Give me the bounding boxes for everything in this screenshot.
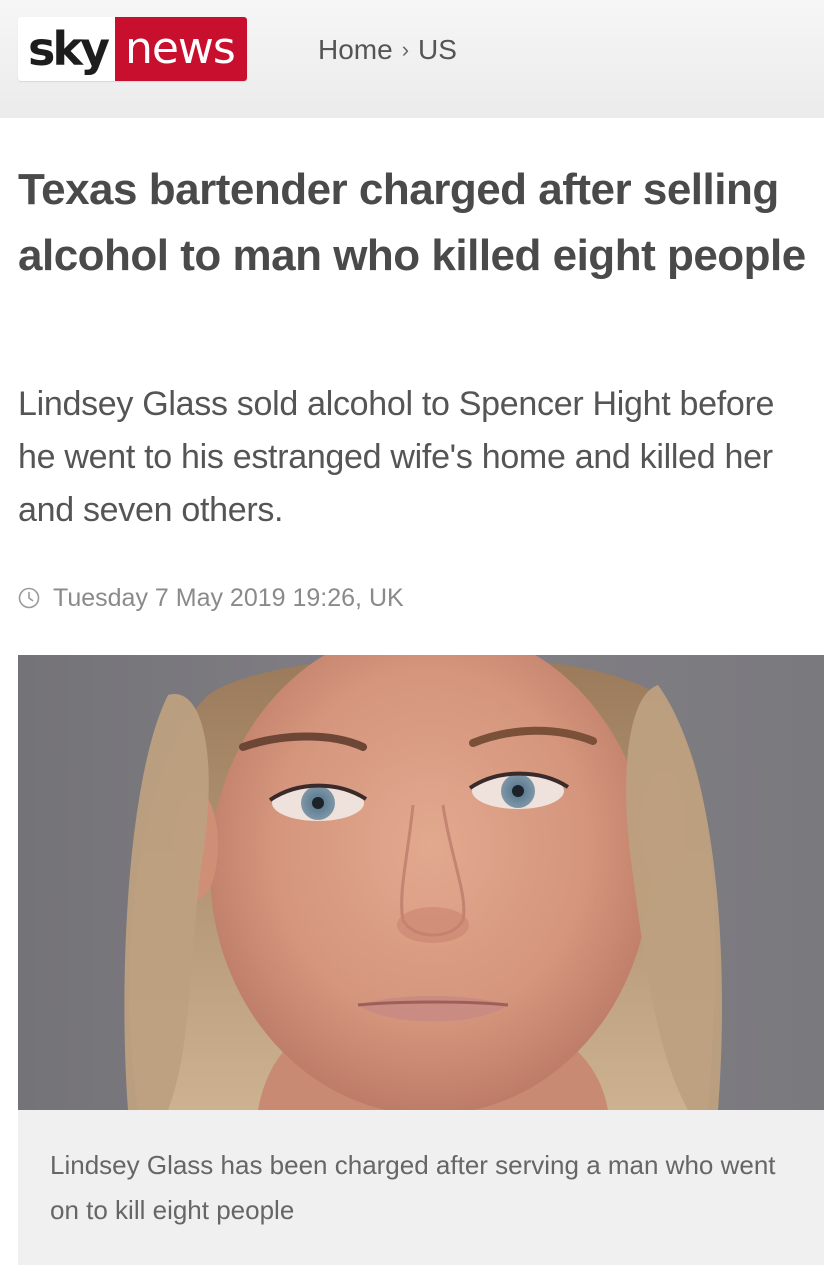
article-timestamp: Tuesday 7 May 2019 19:26, UK <box>18 578 404 618</box>
article-photo[interactable] <box>18 655 824 1110</box>
breadcrumb-home-link[interactable]: Home <box>318 34 393 66</box>
image-caption-box: Lindsey Glass has been charged after ser… <box>18 1110 824 1265</box>
sky-news-logo[interactable]: sky news <box>18 17 247 81</box>
breadcrumb-us-link[interactable]: US <box>418 34 457 66</box>
breadcrumb-separator: › <box>401 37 410 62</box>
site-header: sky news Home › US <box>0 0 824 118</box>
article-headline: Texas bartender charged after selling al… <box>18 165 806 280</box>
breadcrumb: Home › US <box>318 30 457 70</box>
logo-news-text: news <box>114 17 247 81</box>
timestamp-text: Tuesday 7 May 2019 19:26, UK <box>53 583 404 612</box>
logo-sky-text: sky <box>18 17 115 81</box>
image-caption: Lindsey Glass has been charged after ser… <box>50 1150 776 1225</box>
article-standfirst: Lindsey Glass sold alcohol to Spencer Hi… <box>18 385 775 529</box>
clock-icon <box>18 587 40 609</box>
portrait-image <box>18 655 824 1110</box>
